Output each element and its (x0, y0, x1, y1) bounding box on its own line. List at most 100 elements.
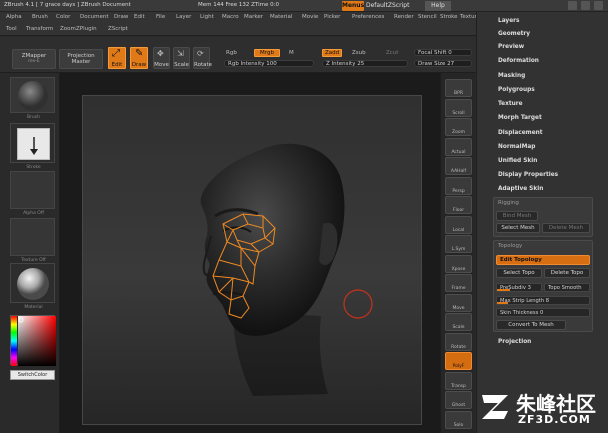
panel-item[interactable]: Preview (498, 44, 524, 50)
panel-item[interactable]: NormalMap (498, 144, 535, 150)
menu-item[interactable]: Marker (244, 14, 263, 20)
zcut-button[interactable]: Zcut (386, 50, 398, 56)
z-intensity-slider[interactable]: Z Intensity 25 (322, 60, 408, 67)
menu-item[interactable]: Document (80, 14, 109, 20)
menu-item[interactable]: Zoom (60, 26, 76, 32)
menu-item[interactable]: File (156, 14, 165, 20)
focal-shift-slider[interactable]: Focal Shift 0 (414, 49, 472, 56)
menu-item[interactable]: Stencil (418, 14, 437, 20)
panel-item-projection[interactable]: Projection (498, 339, 531, 345)
menu-item[interactable]: Light (200, 14, 214, 20)
shelf-button[interactable]: Move (445, 293, 472, 312)
shelf-button[interactable]: Scale (445, 313, 472, 331)
edit-topology-button[interactable]: Edit Topology (496, 255, 590, 265)
m-label[interactable]: M (289, 50, 294, 56)
presubdiv-slider[interactable]: PreSubdiv 3 (496, 283, 542, 292)
shelf-button[interactable]: Local (445, 215, 472, 234)
help-button[interactable]: Help (425, 1, 451, 11)
delete-mesh-button[interactable]: Delete Mesh (542, 223, 590, 233)
topology-mesh[interactable] (83, 96, 423, 426)
menu-item[interactable]: ZPlugin (76, 26, 97, 32)
document-canvas[interactable] (82, 95, 422, 425)
mrgb-button[interactable]: Mrgb (254, 49, 280, 57)
maximize-icon[interactable] (581, 1, 590, 10)
shelf-button[interactable]: AAHalf (445, 157, 472, 175)
color-picker[interactable] (10, 315, 56, 366)
menu-item[interactable]: Material (270, 14, 292, 20)
menu-item[interactable]: ZScript (108, 26, 128, 32)
alpha-slot[interactable]: Alpha Off (10, 171, 55, 216)
panel-item[interactable]: Adaptive Skin (498, 186, 543, 192)
max-strip-fill (497, 302, 509, 304)
close-icon[interactable] (594, 1, 603, 10)
shelf-button[interactable]: Xpose (445, 254, 472, 273)
panel-item[interactable]: Masking (498, 73, 525, 79)
texture-slot[interactable]: Texture Off (10, 218, 55, 263)
rgb-intensity-slider[interactable]: Rgb Intensity 100 (224, 60, 314, 67)
panel-item[interactable]: Texture (498, 101, 523, 107)
minimize-icon[interactable] (568, 1, 577, 10)
shelf-button[interactable]: Frame (445, 274, 472, 292)
stroke-caption: Stroke (26, 165, 41, 170)
shelf-button[interactable]: Rotate (445, 332, 472, 351)
material-slot[interactable]: Material (10, 263, 55, 310)
z-intensity-text: Z Intensity 25 (326, 60, 365, 67)
menu-item[interactable]: Alpha (6, 14, 22, 20)
shelf-button[interactable]: Scroll (445, 98, 472, 117)
draw-size-slider[interactable]: Draw Size 27 (414, 60, 472, 67)
menu-item[interactable]: Macro (222, 14, 239, 20)
projection-master-button[interactable]: Projection Master (59, 49, 103, 69)
menu-item[interactable]: Color (56, 14, 70, 20)
select-mesh-button[interactable]: Select Mesh (496, 223, 540, 233)
rgb-label[interactable]: Rgb (226, 50, 237, 56)
presubdiv-fill (497, 289, 511, 291)
panel-item[interactable]: Morph Target (498, 115, 542, 121)
select-topo-button[interactable]: Select Topo (496, 268, 542, 278)
convert-to-mesh-button[interactable]: Convert To Mesh (496, 320, 566, 330)
menu-item[interactable]: Tool (6, 26, 17, 32)
delete-topo-button[interactable]: Delete Topo (544, 268, 590, 278)
skin-thickness-slider[interactable]: Skin Thickness 0 (496, 308, 590, 317)
zsub-button[interactable]: Zsub (352, 50, 366, 56)
menu-bar: Alpha Brush Color Document Draw Edit File Layer… (0, 12, 480, 36)
max-strip-length-slider[interactable]: Max Strip Length 8 (496, 296, 590, 305)
shelf-button[interactable]: Ghost (445, 391, 472, 409)
shelf-button[interactable]: Persp (445, 176, 472, 195)
shelf-button[interactable]: BPR (445, 79, 472, 97)
shelf-button[interactable]: Transp (445, 371, 472, 390)
panel-item[interactable]: Unified Skin (498, 158, 537, 164)
bind-mesh-button[interactable]: Bind Mesh (496, 211, 538, 221)
shelf-button[interactable]: Zoom (445, 118, 472, 136)
zadd-button[interactable]: Zadd (322, 49, 342, 57)
stroke-slot[interactable]: Stroke (10, 123, 55, 170)
menus-button[interactable]: Menus (342, 1, 364, 11)
shelf-button[interactable]: L.Sym (445, 235, 472, 253)
panel-item[interactable]: Polygroups (498, 87, 535, 93)
shelf-button[interactable]: Floor (445, 196, 472, 214)
rigging-title[interactable]: Rigging (498, 200, 519, 206)
shelf-button[interactable]: Solo (445, 410, 472, 429)
zmapper-button[interactable]: ZMapper rev-E (12, 49, 56, 69)
panel-item[interactable]: Geometry (498, 31, 530, 37)
menu-item[interactable]: Preferences (352, 14, 384, 20)
menu-item[interactable]: Render (394, 14, 414, 20)
menu-item[interactable]: Picker (324, 14, 340, 20)
panel-item[interactable]: Deformation (498, 58, 539, 64)
panel-item[interactable]: Display Properties (498, 172, 558, 178)
menu-item[interactable]: Draw (114, 14, 128, 20)
menu-item[interactable]: Edit (134, 14, 145, 20)
menu-item[interactable]: Movie (302, 14, 318, 20)
menu-item[interactable]: Stroke (440, 14, 458, 20)
menu-item[interactable]: Brush (32, 14, 48, 20)
topology-title[interactable]: Topology (498, 243, 522, 249)
menu-item[interactable]: Transform (26, 26, 53, 32)
shelf-button[interactable]: PolyF (445, 352, 472, 370)
panel-item[interactable]: Layers (498, 18, 519, 24)
default-zscript-label[interactable]: DefaultZScript (366, 2, 409, 9)
shelf-button[interactable]: Actual (445, 137, 472, 156)
topo-smooth-slider[interactable]: Topo Smooth (544, 283, 590, 292)
brush-slot[interactable]: Brush (10, 77, 55, 120)
menu-item[interactable]: Layer (176, 14, 191, 20)
panel-item[interactable]: Displacement (498, 130, 543, 136)
switch-color-button[interactable]: SwitchColor (10, 370, 55, 380)
